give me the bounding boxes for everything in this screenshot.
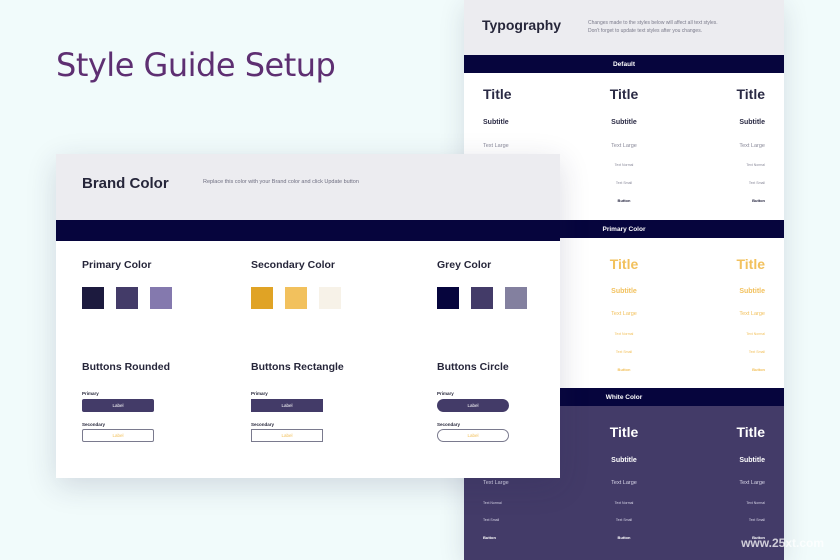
text-small-sample: Text Small [483, 518, 500, 522]
brand-color-card: Brand Color Replace this color with your… [56, 154, 560, 478]
text-small-sample: Text Small [615, 518, 633, 522]
text-normal-sample: Text Normal [614, 332, 634, 336]
secondary-color-heading: Secondary Color [251, 259, 336, 271]
subtitle-sample: Subtitle [739, 288, 765, 295]
secondary-label: Secondary [82, 422, 106, 427]
grey-swatch-dark[interactable] [437, 287, 459, 309]
title-sample: Title [736, 256, 765, 272]
watermark: www.25xt.com [741, 536, 824, 550]
text-large-row: Text Large Text Large Text Large [464, 480, 784, 494]
brand-color-header: Brand Color Replace this color with your… [56, 154, 560, 220]
buttons-rounded-heading: Buttons Rounded [82, 361, 171, 373]
subtitle-sample: Subtitle [739, 119, 765, 126]
secondary-label: Secondary [437, 422, 461, 427]
text-normal-sample: Text Normal [614, 163, 634, 167]
button-text-sample: Button [617, 535, 631, 540]
grey-color-heading: Grey Color [437, 259, 492, 271]
text-normal-row: Text Normal Text Normal Text Normal [464, 501, 784, 515]
text-normal-sample: Text Normal [746, 163, 765, 167]
title-sample: Title [736, 424, 765, 440]
rectangle-primary-button[interactable]: Label [251, 399, 323, 412]
text-normal-sample: Text Normal [614, 501, 634, 505]
typography-description-line: Don't forget to update text styles after… [588, 27, 703, 34]
rectangle-secondary-button[interactable]: Label [251, 429, 323, 442]
text-small-sample: Text Small [615, 181, 633, 185]
buttons-rectangle-heading: Buttons Rectangle [251, 361, 344, 373]
circle-primary-button[interactable]: Label [437, 399, 509, 412]
title-row: Title Title Title [464, 86, 784, 102]
text-small-sample: Text Small [748, 181, 765, 185]
title-sample: Title [736, 86, 765, 102]
grey-swatch-main[interactable] [471, 287, 493, 309]
text-large-sample: Text Large [739, 480, 765, 486]
title-sample: Title [609, 256, 639, 272]
subtitle-sample: Subtitle [611, 288, 637, 295]
text-large-sample: Text Large [611, 311, 637, 317]
text-large-sample: Text Large [739, 143, 765, 149]
text-small-sample: Text Small [748, 350, 765, 354]
primary-swatch-main[interactable] [116, 287, 138, 309]
default-band: Default [464, 55, 784, 73]
text-small-sample: Text Small [748, 518, 765, 522]
page-title: Style Guide Setup [56, 46, 336, 84]
button-text-sample: Button [617, 367, 631, 372]
text-normal-sample: Text Normal [746, 332, 765, 336]
rounded-secondary-button[interactable]: Label [82, 429, 154, 442]
primary-swatch-dark[interactable] [82, 287, 104, 309]
text-large-sample: Text Large [739, 311, 765, 317]
rounded-primary-button[interactable]: Label [82, 399, 154, 412]
typography-title: Typography [482, 17, 562, 33]
circle-secondary-button[interactable]: Label [437, 429, 509, 442]
secondary-swatch-dark[interactable] [251, 287, 273, 309]
text-small-row: Text Small Text Small Text Small [464, 518, 784, 532]
title-sample: Title [483, 86, 512, 102]
button-text-row: Button Button Button [464, 535, 784, 549]
secondary-label: Secondary [251, 422, 275, 427]
grey-swatch-light[interactable] [505, 287, 527, 309]
subtitle-row: Subtitle Subtitle Subtitle [464, 119, 784, 133]
brand-color-description: Replace this color with your Brand color… [203, 179, 359, 185]
button-text-sample: Button [483, 535, 496, 540]
text-small-sample: Text Small [615, 350, 633, 354]
button-text-sample: Button [752, 367, 765, 372]
subtitle-sample: Subtitle [483, 119, 509, 126]
text-large-sample: Text Large [611, 480, 637, 486]
buttons-circle-heading: Buttons Circle [437, 361, 509, 373]
button-text-sample: Button [752, 198, 765, 203]
text-normal-sample: Text Normal [746, 501, 765, 505]
primary-label: Primary [437, 391, 454, 396]
secondary-swatch-main[interactable] [285, 287, 307, 309]
subtitle-sample: Subtitle [611, 119, 637, 126]
brand-color-title: Brand Color [82, 175, 169, 192]
grey-color-swatches [437, 287, 527, 309]
text-large-sample: Text Large [611, 143, 637, 149]
text-normal-sample: Text Normal [483, 501, 502, 505]
button-text-sample: Button [617, 198, 631, 203]
primary-swatch-light[interactable] [150, 287, 172, 309]
primary-color-heading: Primary Color [82, 259, 152, 271]
primary-label: Primary [82, 391, 99, 396]
text-large-sample: Text Large [483, 480, 509, 486]
typography-header: Typography Changes made to the styles be… [464, 0, 784, 55]
title-sample: Title [609, 424, 639, 440]
primary-label: Primary [251, 391, 268, 396]
subtitle-sample: Subtitle [739, 457, 765, 464]
subtitle-sample: Subtitle [611, 457, 637, 464]
secondary-color-swatches [251, 287, 341, 309]
primary-color-swatches [82, 287, 172, 309]
title-sample: Title [609, 86, 639, 102]
typography-description-line: Changes made to the styles below will af… [588, 20, 718, 26]
typography-description: Changes made to the styles below will af… [588, 20, 768, 35]
text-large-sample: Text Large [483, 143, 509, 149]
brand-color-band [56, 220, 560, 241]
secondary-swatch-light[interactable] [319, 287, 341, 309]
